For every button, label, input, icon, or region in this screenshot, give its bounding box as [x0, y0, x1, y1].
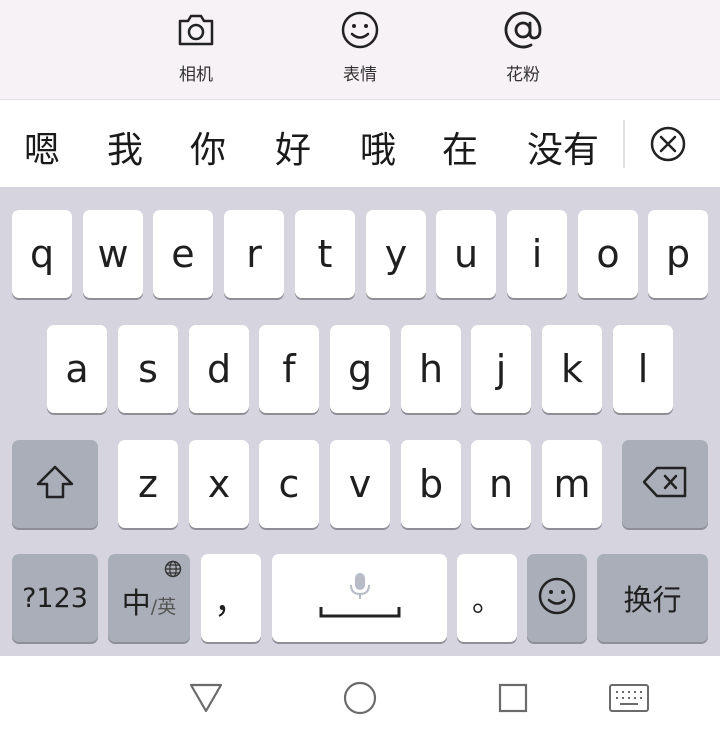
- enter-key[interactable]: 换行: [597, 554, 708, 642]
- numbers-key[interactable]: ?123: [12, 554, 98, 642]
- toolbar-camera-label: 相机: [179, 65, 213, 85]
- input-toolbar: 相机 表情 花粉: [0, 0, 720, 100]
- candidate-word[interactable]: 嗯: [24, 121, 60, 173]
- key-u[interactable]: u: [436, 210, 496, 298]
- shift-icon: [35, 464, 75, 504]
- candidate-word[interactable]: 在: [442, 121, 478, 173]
- language-switch-key[interactable]: 中 /英: [108, 554, 190, 642]
- candidate-word[interactable]: 你: [190, 121, 226, 173]
- shift-key[interactable]: [12, 440, 98, 528]
- recents-square-icon[interactable]: [491, 676, 535, 720]
- key-i[interactable]: i: [507, 210, 567, 298]
- key-v[interactable]: v: [330, 440, 390, 528]
- camera-icon: [156, 8, 236, 52]
- candidate-bar: 嗯 我 你 好 哦 在 没有: [0, 101, 720, 187]
- microphone-icon: [348, 572, 372, 604]
- key-t[interactable]: t: [295, 210, 355, 298]
- toolbar-huafen-label: 花粉: [506, 65, 540, 85]
- key-d[interactable]: d: [189, 325, 249, 413]
- key-l[interactable]: l: [613, 325, 673, 413]
- close-circle-icon[interactable]: [648, 124, 688, 164]
- navigation-bar: [0, 656, 720, 737]
- key-r[interactable]: r: [224, 210, 284, 298]
- toolbar-camera-button[interactable]: 相机: [156, 8, 236, 88]
- candidate-word[interactable]: 好: [275, 121, 311, 173]
- space-key[interactable]: [272, 554, 447, 642]
- toolbar-emoji-button[interactable]: 表情: [320, 8, 400, 88]
- emoji-key[interactable]: [527, 554, 587, 642]
- back-triangle-icon[interactable]: [184, 676, 228, 720]
- candidate-word[interactable]: 哦: [360, 121, 396, 173]
- key-b[interactable]: b: [401, 440, 461, 528]
- smiley-icon: [320, 8, 400, 52]
- keyboard: q w e r t y u i o p a s d f g h j k l z …: [0, 187, 720, 656]
- key-k[interactable]: k: [542, 325, 602, 413]
- key-o[interactable]: o: [578, 210, 638, 298]
- numbers-key-label: ?123: [22, 582, 88, 614]
- toolbar-huafen-button[interactable]: 花粉: [483, 8, 563, 88]
- key-h[interactable]: h: [401, 325, 461, 413]
- key-x[interactable]: x: [189, 440, 249, 528]
- candidate-word[interactable]: 我: [107, 121, 143, 173]
- key-j[interactable]: j: [471, 325, 531, 413]
- key-w[interactable]: w: [83, 210, 143, 298]
- key-c[interactable]: c: [259, 440, 319, 528]
- key-s[interactable]: s: [118, 325, 178, 413]
- key-g[interactable]: g: [330, 325, 390, 413]
- space-bar-icon: [319, 603, 401, 622]
- candidate-word[interactable]: 没有: [527, 121, 599, 173]
- key-n[interactable]: n: [471, 440, 531, 528]
- candidate-divider: [623, 120, 625, 168]
- globe-icon: [164, 560, 182, 582]
- language-main-label: 中: [121, 586, 151, 620]
- key-m[interactable]: m: [542, 440, 602, 528]
- key-z[interactable]: z: [118, 440, 178, 528]
- key-a[interactable]: a: [47, 325, 107, 413]
- period-key[interactable]: 。: [457, 554, 517, 642]
- key-p[interactable]: p: [648, 210, 708, 298]
- key-y[interactable]: y: [366, 210, 426, 298]
- key-q[interactable]: q: [12, 210, 72, 298]
- home-circle-icon[interactable]: [338, 676, 382, 720]
- comma-key[interactable]: ，: [201, 554, 261, 642]
- language-alt-label: /英: [150, 595, 177, 618]
- key-e[interactable]: e: [153, 210, 213, 298]
- backspace-key[interactable]: [622, 440, 708, 528]
- at-icon: [483, 8, 563, 52]
- emoji-icon: [537, 576, 577, 620]
- keyboard-toggle-icon[interactable]: [607, 676, 651, 720]
- toolbar-emoji-label: 表情: [343, 65, 377, 85]
- key-f[interactable]: f: [259, 325, 319, 413]
- backspace-icon: [641, 465, 689, 503]
